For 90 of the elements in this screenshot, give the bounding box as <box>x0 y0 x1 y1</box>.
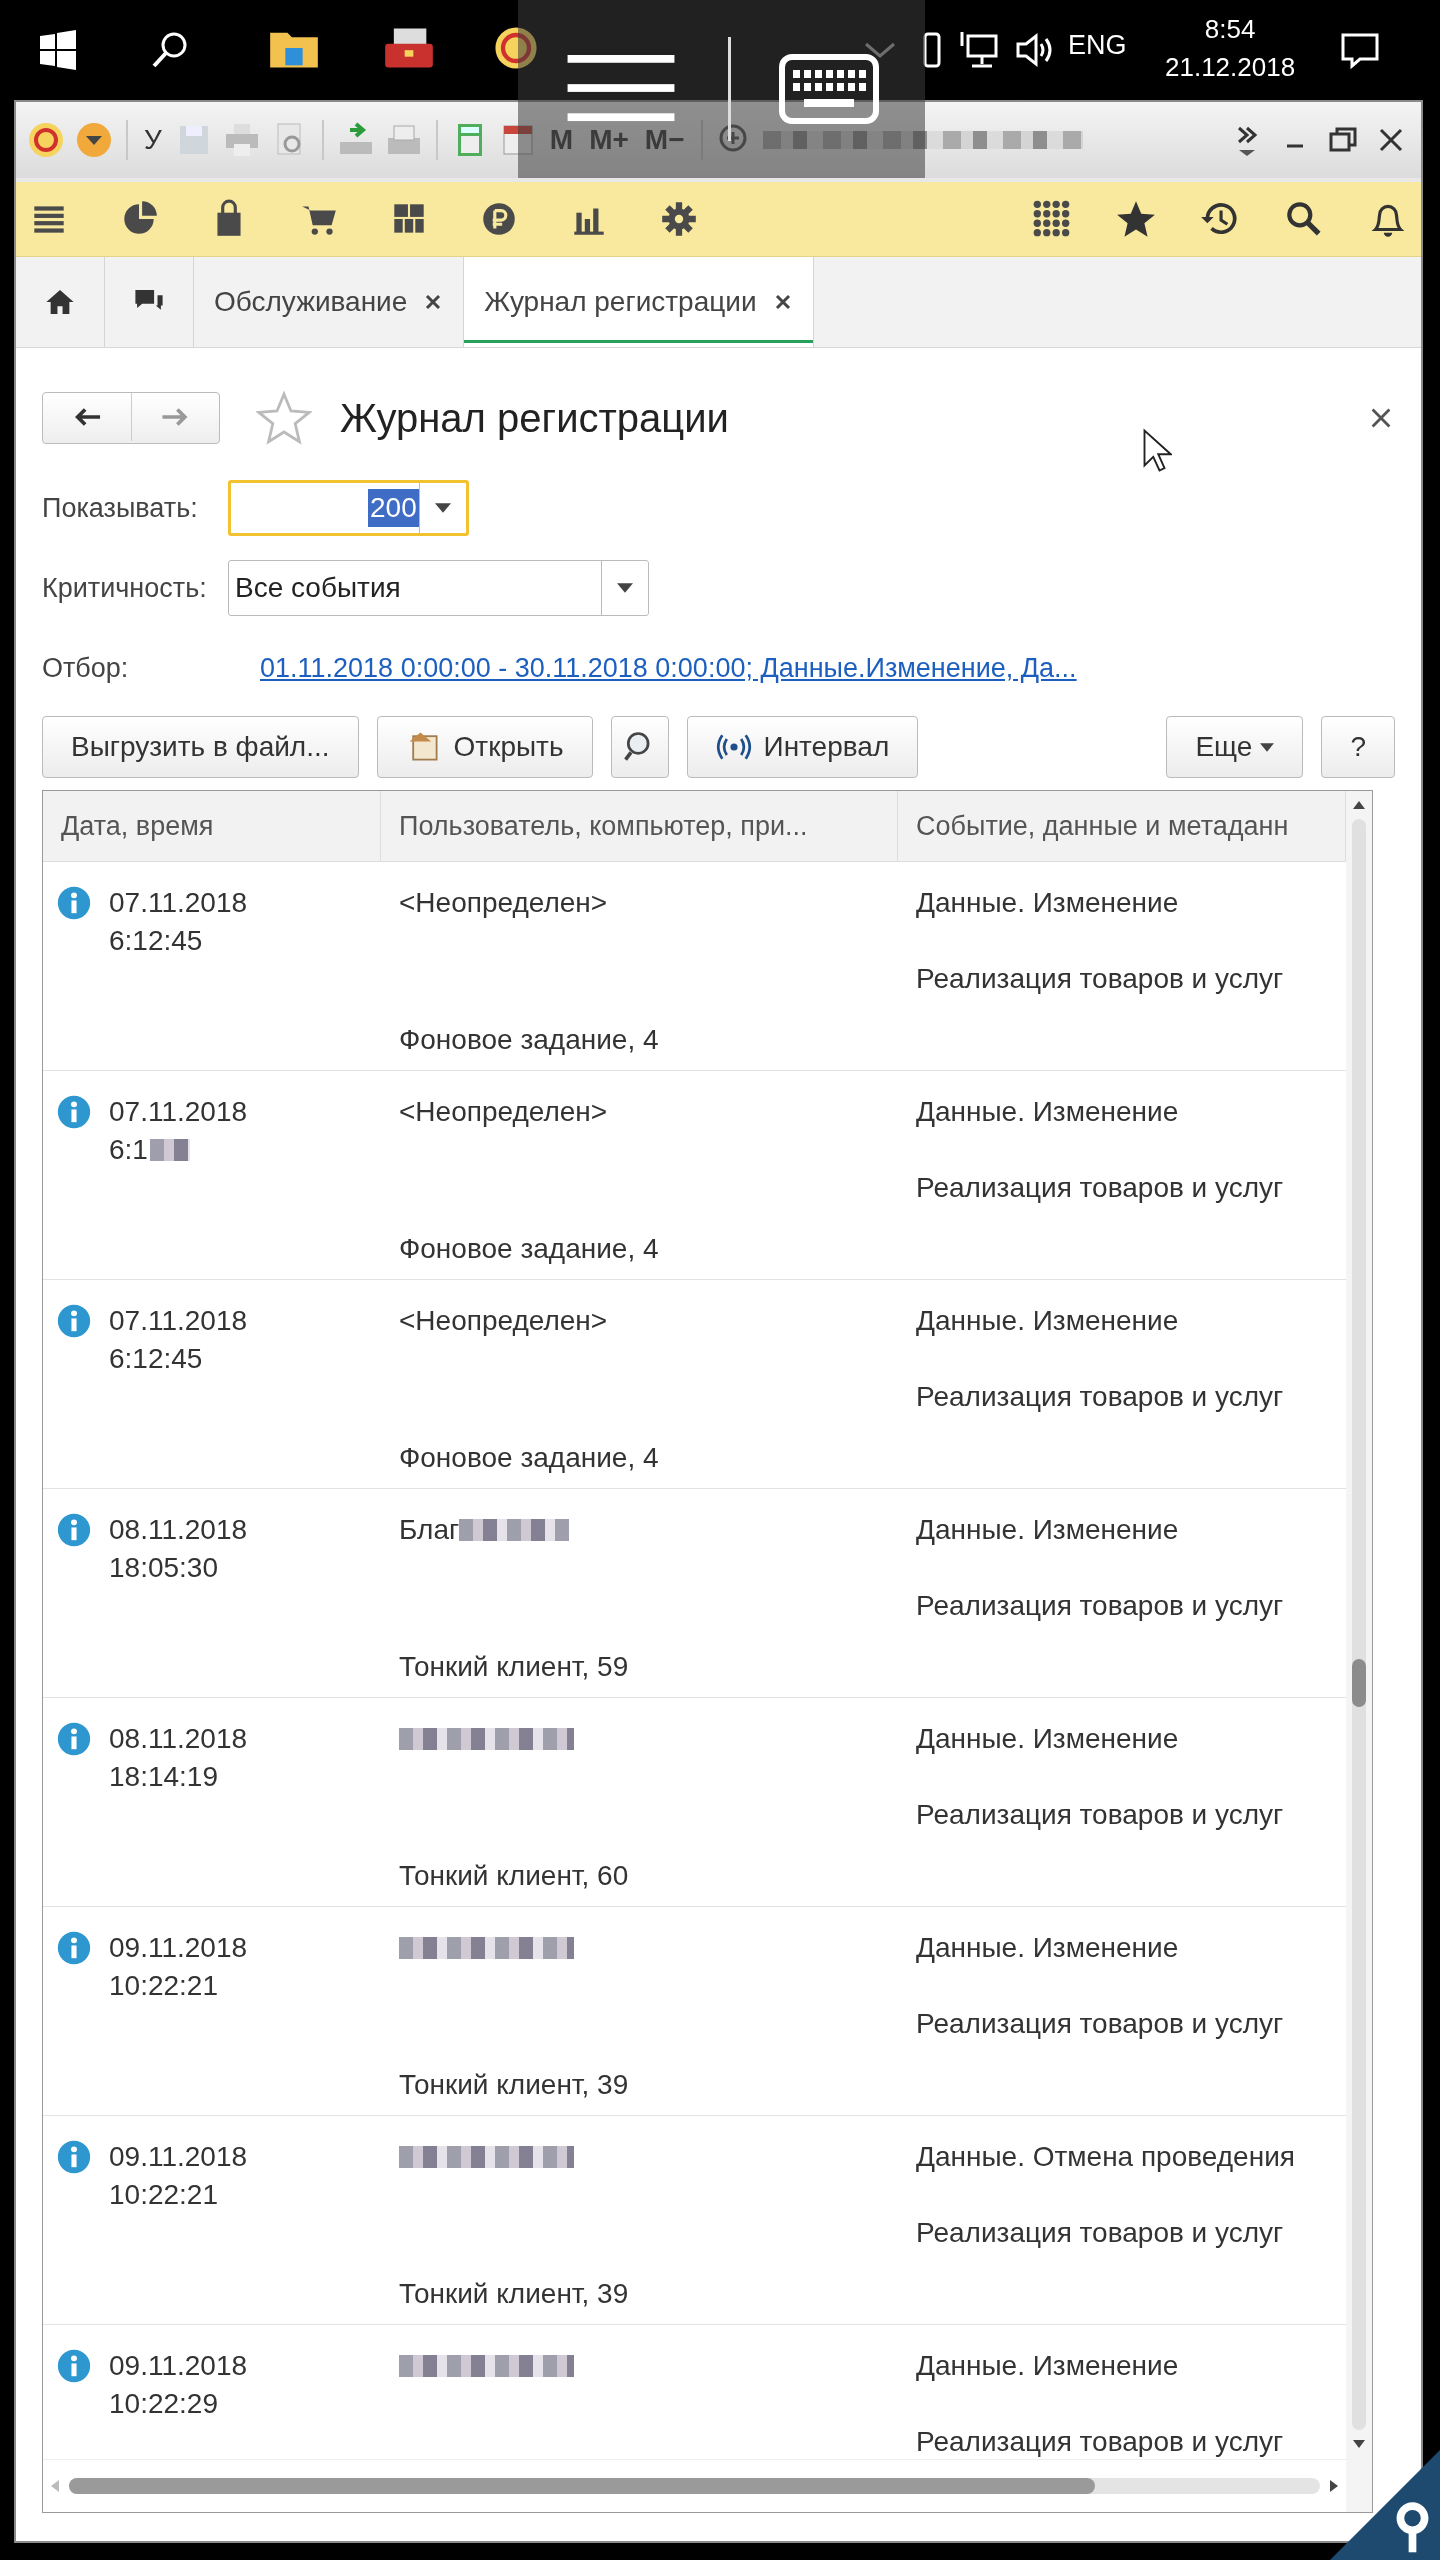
table-cell-text: 10:22:21 <box>109 2178 218 2212</box>
caret-icon <box>1260 742 1275 752</box>
more-button[interactable]: Еще <box>1166 716 1304 778</box>
table-cell-text: Реализация товаров и услуг <box>916 1380 1284 1414</box>
speaker-icon[interactable] <box>1014 30 1054 70</box>
table-cell: <Неопределен> <box>399 1305 608 1337</box>
dropdown-field[interactable]: Все события <box>228 560 649 616</box>
help-button[interactable]: ? <box>1321 716 1395 778</box>
table-cell: Тонкий клиент, 60 <box>399 1860 629 1892</box>
table-cell: Фоновое задание, 4 <box>399 1024 659 1056</box>
info-icon <box>57 1304 91 1338</box>
table-cell-text: Реализация товаров и услуг <box>916 962 1284 996</box>
table-cell-text: Реализация товаров и услуг <box>916 2425 1284 2459</box>
toolbar-button[interactable]: Открыть <box>376 716 593 778</box>
table-cell-text: Реализация товаров и услуг <box>916 2216 1284 2250</box>
toolbar-button[interactable]: Выгрузить в файл... <box>42 716 359 778</box>
mouse-cursor-icon <box>1142 428 1172 473</box>
table-cell: Тонкий клиент, 59 <box>399 1651 629 1683</box>
scroll-down-icon[interactable] <box>1353 2440 1365 2448</box>
table-cell-text: Данные. Изменение <box>916 1304 1179 1338</box>
table-cell-text: 08.11.2018 <box>109 1513 248 1547</box>
vertical-scrollbar[interactable] <box>1346 791 1372 2512</box>
table-cell-text: Данные. Изменение <box>916 1095 1179 1129</box>
table-cell: <Неопределен> <box>399 1096 608 1128</box>
redacted-text <box>149 1139 190 1161</box>
table-cell-text: 07.11.2018 <box>109 886 248 920</box>
table-cell-text: Данные. Изменение <box>916 886 1179 920</box>
table-cell: Фоновое задание, 4 <box>399 1233 659 1265</box>
info-icon <box>57 2140 91 2174</box>
scroll-right-icon[interactable] <box>1330 2480 1338 2492</box>
table-cell-text: 07.11.2018 <box>109 1095 248 1129</box>
table-cell-text: Данные. Изменение <box>916 1513 1179 1547</box>
table-cell-text: 6:12:45 <box>109 1342 203 1376</box>
table-cell-text: 09.11.2018 <box>109 1931 248 1965</box>
table-cell: Благ <box>399 1514 460 1546</box>
tab[interactable]: Журнал регистрации <box>464 257 814 347</box>
scroll-up-icon[interactable] <box>1353 801 1365 809</box>
table-cell: Фоновое задание, 4 <box>399 1442 659 1474</box>
table-cell-text: 10:22:21 <box>109 1969 218 2003</box>
menu-icon[interactable] <box>566 55 676 123</box>
dropdown-field[interactable]: 200 <box>228 480 469 536</box>
table-cell-text: 09.11.2018 <box>109 2140 248 2174</box>
field-label: Показывать: <box>42 492 199 524</box>
table-cell-text: 09.11.2018 <box>109 2349 248 2383</box>
info-icon <box>57 886 91 920</box>
toolbox-icon[interactable] <box>383 26 435 70</box>
caret-icon <box>434 503 451 513</box>
clock-time[interactable]: 8:54 <box>1204 10 1256 48</box>
field-label: Критичность: <box>42 572 208 604</box>
favorite-star-icon[interactable] <box>256 390 312 446</box>
table-cell-text: 18:05:30 <box>109 1551 218 1585</box>
table-cell-text: 18:14:19 <box>109 1760 218 1794</box>
network-icon[interactable] <box>960 30 1000 70</box>
table-cell-text: Реализация товаров и услуг <box>916 1589 1284 1623</box>
dropdown-icon[interactable] <box>74 120 114 160</box>
clock-date[interactable]: 21.12.2018 <box>1165 48 1296 86</box>
info-icon <box>57 1095 91 1129</box>
scroll-thumb[interactable] <box>69 2478 1095 2494</box>
filter-link[interactable]: 01.11.2018 0:00:00 - 30.11.2018 0:00:00; Данные.Изменение, Да... <box>260 652 1077 684</box>
caret-icon <box>617 583 633 593</box>
info-icon <box>57 1513 91 1547</box>
table-cell: <Неопределен> <box>399 887 608 919</box>
table-cell-text: 6:12:45 <box>109 924 203 958</box>
table-cell: Тонкий клиент, 39 <box>399 2069 629 2101</box>
column-header[interactable]: Пользователь, компьютер, при... <box>381 791 898 861</box>
table-cell-text: Данные. Изменение <box>916 1931 1179 1965</box>
table-cell-text: Данные. Изменение <box>916 1722 1179 1756</box>
table-cell-text: 08.11.2018 <box>109 1722 248 1756</box>
table-cell-text: Данные. Отмена проведения <box>916 2140 1295 2174</box>
field-label: Отбор: <box>42 652 130 684</box>
table-cell-text: Данные. Изменение <box>916 2349 1179 2383</box>
language-indicator[interactable]: ENG <box>1068 30 1127 61</box>
info-icon <box>57 1722 91 1756</box>
table-cell: Тонкий клиент, 39 <box>399 2278 629 2310</box>
scroll-thumb[interactable] <box>1352 1659 1366 1707</box>
keyboard-icon[interactable] <box>779 54 879 124</box>
table-cell-text: Реализация товаров и услуг <box>916 2007 1284 2041</box>
column-header[interactable]: Дата, время <box>43 791 381 861</box>
table-cell-text: Реализация товаров и услуг <box>916 1171 1284 1205</box>
table-cell-text: Реализация товаров и услуг <box>916 1798 1284 1832</box>
find-button[interactable] <box>610 716 669 778</box>
windows-start-icon[interactable] <box>38 30 78 70</box>
table-cell-text: 07.11.2018 <box>109 1304 248 1338</box>
toolbar-button[interactable]: У <box>140 124 166 156</box>
info-icon <box>57 2349 91 2383</box>
toolbar-button[interactable]: Интервал <box>686 716 919 778</box>
table-cell-text: 10:22:29 <box>109 2387 218 2421</box>
info-icon <box>57 1931 91 1965</box>
form-title: Журнал регистрации <box>340 395 729 441</box>
table-cell: 6:1 <box>109 1131 190 1169</box>
